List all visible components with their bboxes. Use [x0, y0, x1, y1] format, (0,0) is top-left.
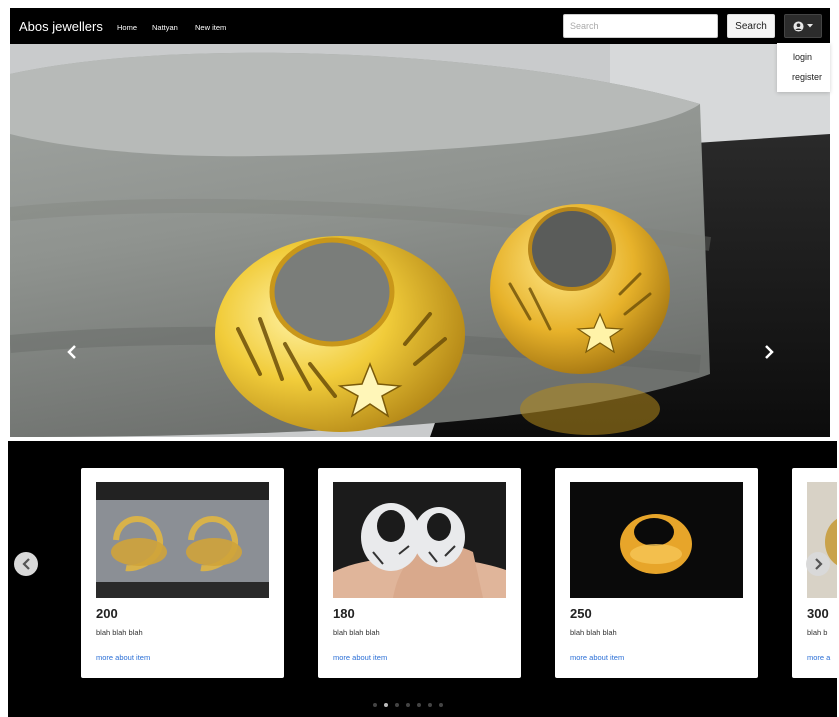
- product-more-link[interactable]: more about item: [333, 653, 387, 662]
- register-link[interactable]: register: [792, 72, 822, 82]
- product-image: [96, 482, 269, 598]
- product-price: 180: [333, 606, 355, 621]
- caret-down-icon: [807, 24, 813, 28]
- user-menu-button[interactable]: [784, 14, 822, 38]
- chevron-right-icon: [765, 345, 774, 359]
- nav-link-home[interactable]: Home: [117, 23, 137, 32]
- hero-prev-button[interactable]: [60, 340, 84, 364]
- search-button[interactable]: Search: [727, 14, 775, 38]
- chevron-left-icon: [67, 345, 76, 359]
- product-card[interactable]: 250 blah blah blah more about item: [555, 468, 758, 678]
- navbar: Abos jewellers Home Nattyan New item Sea…: [10, 8, 830, 45]
- carousel-dot[interactable]: [373, 703, 377, 707]
- product-price: 300: [807, 606, 829, 621]
- product-image: [570, 482, 743, 598]
- product-description: blah blah blah: [570, 628, 617, 637]
- product-image: [333, 482, 506, 598]
- product-price: 200: [96, 606, 118, 621]
- chevron-right-circle-icon: [814, 558, 823, 570]
- carousel-next-button[interactable]: [806, 552, 830, 576]
- product-description: blah blah blah: [333, 628, 380, 637]
- carousel-indicators: [373, 703, 443, 707]
- carousel-dot[interactable]: [395, 703, 399, 707]
- carousel-prev-button[interactable]: [14, 552, 38, 576]
- nav-link-nattyan[interactable]: Nattyan: [152, 23, 178, 32]
- carousel-dot[interactable]: [417, 703, 421, 707]
- hero-next-button[interactable]: [757, 340, 781, 364]
- product-carousel: 200 blah blah blah more about item 180 b…: [8, 441, 837, 717]
- product-image: [807, 482, 837, 598]
- hero-image: [10, 44, 830, 437]
- carousel-dot[interactable]: [428, 703, 432, 707]
- hero-carousel: [10, 44, 830, 437]
- product-more-link[interactable]: more about item: [570, 653, 624, 662]
- product-card[interactable]: 200 blah blah blah more about item: [81, 468, 284, 678]
- chevron-left-circle-icon: [21, 558, 30, 570]
- login-link[interactable]: login: [793, 52, 812, 62]
- user-dropdown-menu: login register: [777, 43, 830, 92]
- product-price: 250: [570, 606, 592, 621]
- product-more-link[interactable]: more a: [807, 653, 830, 662]
- product-description: blah b: [807, 628, 828, 637]
- product-more-link[interactable]: more about item: [96, 653, 150, 662]
- product-description: blah blah blah: [96, 628, 143, 637]
- search-input[interactable]: [563, 14, 718, 38]
- nav-link-new-item[interactable]: New item: [195, 23, 226, 32]
- carousel-dot[interactable]: [384, 703, 388, 707]
- user-circle-icon: [793, 20, 804, 32]
- carousel-dot[interactable]: [439, 703, 443, 707]
- carousel-dot[interactable]: [406, 703, 410, 707]
- product-card[interactable]: 180 blah blah blah more about item: [318, 468, 521, 678]
- brand-logo[interactable]: Abos jewellers: [19, 19, 103, 34]
